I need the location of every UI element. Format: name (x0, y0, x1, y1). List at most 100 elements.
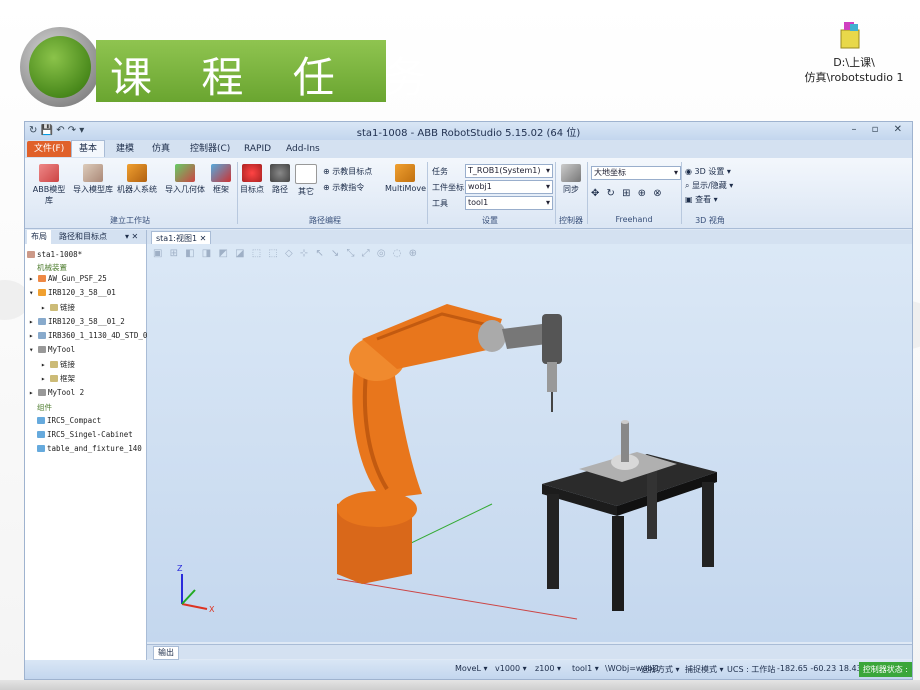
abb-library-button[interactable]: ABB模型库 (29, 164, 69, 206)
import-library-icon (83, 164, 103, 182)
move-instruction[interactable]: MoveL ▾ (455, 664, 487, 673)
import-geometry-button[interactable]: 导入几何体 (163, 164, 207, 195)
tab-basic[interactable]: 基本 (71, 140, 106, 157)
tab-simulation[interactable]: 仿真 (145, 141, 177, 157)
tool-status-select[interactable]: tool1 ▾ (572, 664, 599, 673)
other-button[interactable]: 其它 (295, 164, 317, 197)
show-hide-button[interactable]: ⌕ 显示/隐藏 ▾ (685, 180, 733, 191)
tab-rapid[interactable]: RAPID (237, 141, 278, 157)
tree-item[interactable]: ▸ IRB120_3_58__01_2 (29, 317, 125, 326)
file-icon[interactable] (838, 20, 862, 50)
select-mode-button[interactable]: 选择方式 ▾ (641, 664, 680, 675)
tree-item[interactable]: IRC5_Compact (37, 416, 101, 425)
mechanism-icon (38, 275, 47, 282)
tree-item-label: table_and_fixture_140 (47, 444, 142, 453)
cursor-coordinates: -182.65 -60.23 18.43 (777, 664, 862, 673)
ribbon-tabs: 文件(F) 基本 建模 仿真 控制器(C) RAPID Add-Ins (25, 140, 912, 158)
panel-menu-icon[interactable]: ▾ ✕ (121, 230, 142, 244)
output-bar: 输出 (147, 644, 912, 660)
view-3d-settings-label: 3D 设置 (694, 167, 725, 176)
zone-select[interactable]: z100 ▾ (535, 664, 561, 673)
station-icon (27, 251, 35, 258)
panel-tabs: 布局 路径和目标点 ▾ ✕ (25, 230, 146, 244)
tree-item[interactable]: table_and_fixture_140 (37, 444, 142, 453)
sync-label: 同步 (563, 185, 579, 194)
tree-item[interactable]: ▸ AW_Gun_PSF_25 (29, 274, 107, 283)
view-button[interactable]: ▣ 查看 ▾ (685, 194, 718, 205)
tree-item[interactable]: ▸ 链接 (41, 302, 75, 313)
select-mode-label: 选择方式 (641, 665, 673, 674)
tree-item[interactable]: ▸ IRB360_1_1130_4D_STD_03 (29, 331, 152, 340)
tab-output[interactable]: 输出 (153, 646, 179, 660)
import-library-button[interactable]: 导入模型库 (71, 164, 115, 195)
tree-item-label: 链接 (60, 360, 76, 369)
tab-layout[interactable]: 布局 (27, 230, 51, 244)
tab-addins[interactable]: Add-Ins (279, 141, 327, 157)
tab-controller[interactable]: 控制器(C) (183, 141, 237, 157)
window-controls[interactable]: – ▫ ✕ (851, 124, 908, 135)
tree-item[interactable]: ▸ MyTool 2 (29, 388, 84, 397)
tree-item-label: 链接 (60, 303, 76, 312)
move-value: MoveL (455, 664, 481, 673)
component-icon (37, 431, 45, 438)
file-path-line2: 仿真\robotstudio 1 (804, 71, 904, 84)
teach-target-button[interactable]: ⊕ 示教目标点 (323, 166, 372, 177)
tree-item[interactable]: ▾ MyTool (29, 345, 75, 354)
sync-button[interactable]: 同步 (559, 164, 583, 195)
tab-modeling[interactable]: 建模 (109, 141, 141, 157)
frame-icon (211, 164, 231, 182)
floor-axis-x (336, 578, 578, 620)
robot-system-button[interactable]: 机器人系统 (117, 164, 157, 195)
tab-view1[interactable]: sta1:视图1 ✕ (151, 231, 212, 245)
axis-gizmo: Z X (177, 564, 215, 614)
tool-label: 工具 (432, 199, 448, 208)
task-value: T_ROB1(System1) (468, 166, 541, 175)
folder-icon (50, 375, 59, 382)
snap-mode-button[interactable]: 捕捉模式 ▾ (685, 664, 724, 675)
teach-instruction-button[interactable]: ⊕ 示教指令 (323, 182, 364, 193)
tree-station[interactable]: sta1-1008* (27, 250, 82, 259)
file-path-label[interactable]: D:\上课\ 仿真\robotstudio 1 (790, 55, 918, 85)
ribbon: ABB模型库 导入模型库 机器人系统 导入几何体 框架 建立工作站 目标点 路径 (25, 158, 912, 229)
frame-button[interactable]: 框架 (209, 164, 233, 195)
chevron-down-icon: ▾ (545, 166, 550, 175)
speed-select[interactable]: v1000 ▾ (495, 664, 527, 673)
group-freehand: Freehand (615, 215, 653, 224)
tab-paths-targets[interactable]: 路径和目标点 (55, 230, 111, 244)
multimove-button[interactable]: MultiMove (385, 164, 426, 193)
scene: Z X (177, 304, 717, 620)
import-geometry-label: 导入几何体 (165, 185, 205, 194)
tree-item-label: MyTool (48, 345, 76, 354)
tree-item-label: AW_Gun_PSF_25 (48, 274, 107, 283)
view-3d-settings-button[interactable]: ◉ 3D 设置 ▾ (685, 166, 731, 177)
3d-viewport[interactable]: ▣ ⊞ ◧ ◨ ◩ ◪ ⬚ ⬚ ◇ ⊹ ↖ ↘ ⤡ ⤢ ◎ ◌ ⊕ Z X (147, 244, 912, 642)
controller-state-badge: 控制器状态 : (858, 662, 912, 677)
path-icon (270, 164, 290, 182)
slide-title: 课 程 任 务 (110, 53, 445, 102)
robot-icon (38, 332, 47, 339)
tree-item[interactable]: ▾ IRB120_3_58__01 (29, 288, 116, 297)
tree-category-mechanisms: 机械装置 (37, 263, 67, 272)
robot-irb120[interactable] (337, 304, 562, 584)
target-button[interactable]: 目标点 (239, 164, 265, 195)
robot-icon (38, 289, 47, 296)
coord-system-select[interactable]: 大地坐标 ▾ (591, 166, 681, 180)
tool-select[interactable]: tool1 ▾ (465, 196, 553, 210)
import-geometry-icon (175, 164, 195, 182)
path-button[interactable]: 路径 (269, 164, 291, 195)
import-library-label: 导入模型库 (73, 185, 113, 194)
robot-system-label: 机器人系统 (117, 185, 157, 194)
tree-item-label: IRC5_Singel-Cabinet (47, 430, 133, 439)
tree-item[interactable]: IRC5_Singel-Cabinet (37, 430, 133, 439)
fixture-table[interactable] (542, 420, 717, 611)
robot-system-icon (127, 164, 147, 182)
ribbon-separator (237, 162, 238, 224)
wobj-select[interactable]: wobj1 ▾ (465, 180, 553, 194)
tree-item[interactable]: ▸ 框架 (41, 373, 75, 384)
file-path-line1: D:\上课\ (833, 56, 875, 69)
tree-item[interactable]: ▸ 链接 (41, 359, 75, 370)
tool-value: tool1 (468, 198, 489, 207)
tab-file[interactable]: 文件(F) (27, 141, 72, 157)
task-select[interactable]: T_ROB1(System1) ▾ (465, 164, 553, 178)
freehand-tools[interactable]: ✥ ↻ ⊞ ⊕ ⊗ (591, 188, 664, 199)
